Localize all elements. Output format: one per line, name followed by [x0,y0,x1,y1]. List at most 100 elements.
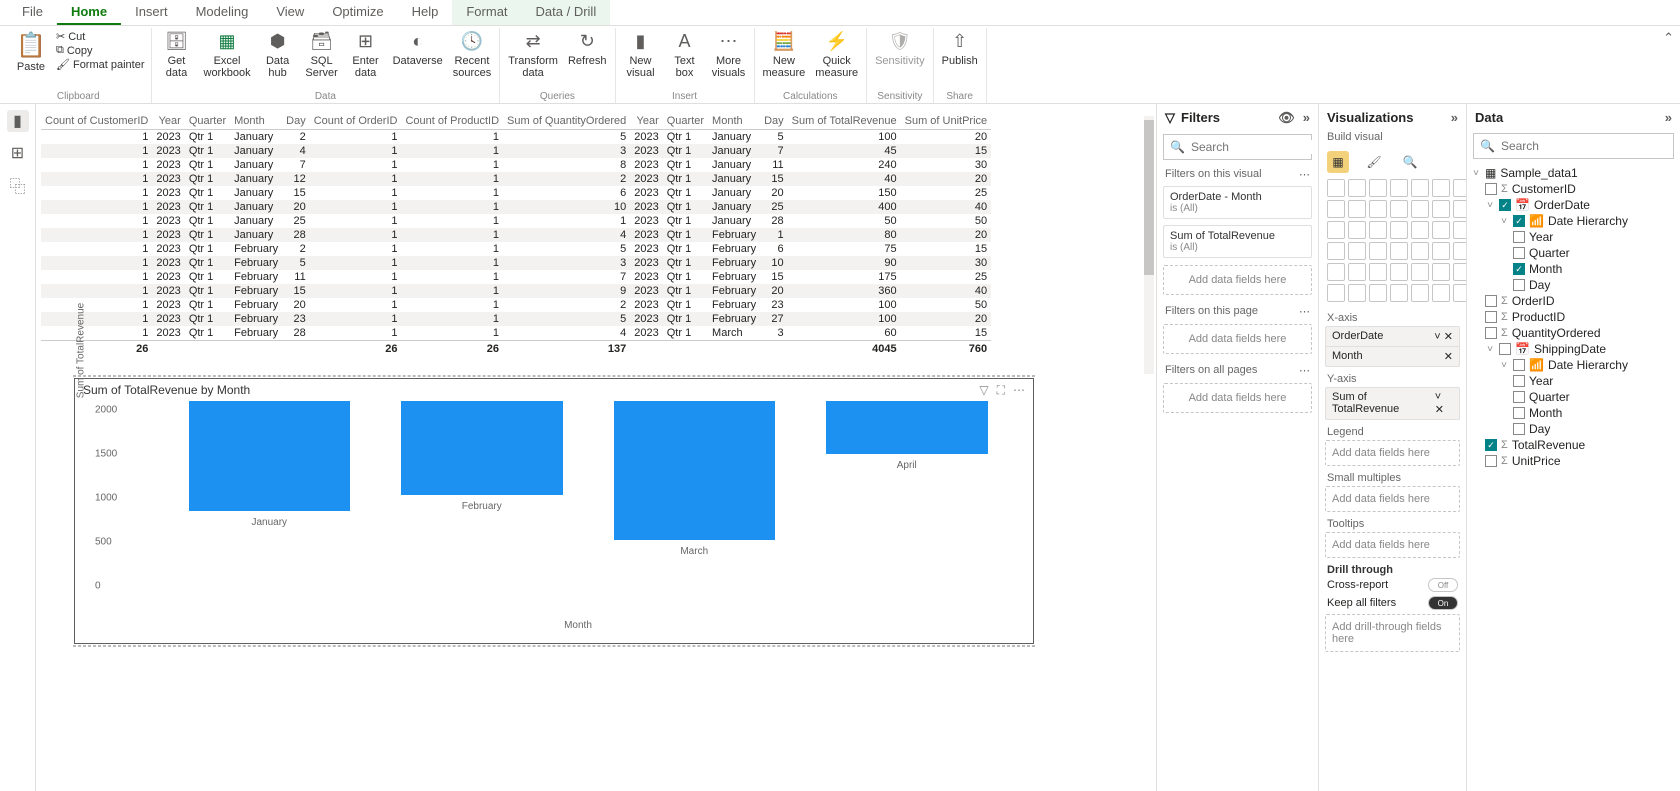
table-row[interactable]: 12023Qtr 1January281142023Qtr 1February1… [41,228,991,242]
table-row[interactable]: 12023Qtr 1January251112023Qtr 1January28… [41,214,991,228]
new-measure-button[interactable]: 🧮New measure [761,28,808,81]
field-node[interactable]: ΣQuantityOrdered [1471,325,1676,341]
visual-type-icon[interactable] [1432,263,1450,281]
publish-button[interactable]: ⇧Publish [940,28,980,69]
field-node[interactable]: ˅📶Date Hierarchy [1471,357,1676,373]
visual-type-icon[interactable] [1369,200,1387,218]
refresh-button[interactable]: ↻Refresh [566,28,609,69]
collapse-ribbon-icon[interactable]: ⌃ [1663,30,1674,46]
xaxis-well[interactable]: OrderDate˅ ✕ Month✕ [1325,326,1460,367]
dataverse-button[interactable]: ◐Dataverse [391,28,445,69]
excel-button[interactable]: ▦Excel workbook [202,28,253,81]
table-row[interactable]: 12023Qtr 1January151162023Qtr 1January20… [41,186,991,200]
visual-type-icon[interactable] [1348,263,1366,281]
more-icon[interactable]: ⋯ [1299,168,1310,181]
sensitivity-button[interactable]: 🛡Sensitivity [873,28,927,69]
visual-type-icon[interactable] [1432,179,1450,197]
format-painter-button[interactable]: 🖌 Format painter [56,58,145,71]
collapse-data-icon[interactable]: » [1665,110,1672,125]
table-node[interactable]: ˅▦ Sample_data1 [1471,165,1676,181]
more-options-icon[interactable]: ⋯ [1013,383,1025,398]
table-row[interactable]: 12023Qtr 1February51132023Qtr 1February1… [41,256,991,270]
visual-type-icon[interactable] [1369,284,1387,302]
visual-type-icon[interactable] [1411,179,1429,197]
tab-data-drill[interactable]: Data / Drill [522,0,611,25]
visual-gallery[interactable] [1319,179,1466,308]
copy-button[interactable]: ⧉ Copy [56,44,145,57]
filter-drop-zone[interactable]: Add data fields here [1163,265,1312,295]
visual-type-icon[interactable] [1390,179,1408,197]
data-hub-button[interactable]: ⬢Data hub [259,28,297,81]
visual-type-icon[interactable] [1348,221,1366,239]
bar[interactable] [826,401,988,454]
more-icon[interactable]: ⋯ [1299,305,1310,318]
tab-optimize[interactable]: Optimize [318,0,397,25]
visual-type-icon[interactable] [1369,179,1387,197]
visual-type-icon[interactable] [1432,284,1450,302]
filter-icon[interactable]: ▽ [979,383,988,398]
visual-type-icon[interactable] [1390,242,1408,260]
field-node[interactable]: Month [1471,405,1676,421]
tab-file[interactable]: File [8,0,57,25]
visual-type-icon[interactable] [1411,263,1429,281]
visual-type-icon[interactable] [1411,221,1429,239]
table-row[interactable]: 12023Qtr 1January71182023Qtr 1January112… [41,158,991,172]
text-box-button[interactable]: AText box [666,28,704,81]
field-node[interactable]: Year [1471,373,1676,389]
legend-well[interactable]: Add data fields here [1325,440,1460,466]
collapse-filters-icon[interactable]: » [1303,110,1310,126]
visual-type-icon[interactable] [1327,200,1345,218]
filter-drop-zone[interactable]: Add data fields here [1163,383,1312,413]
field-node[interactable]: ΣOrderID [1471,293,1676,309]
visual-type-icon[interactable] [1390,200,1408,218]
table-row[interactable]: 12023Qtr 1January21152023Qtr 1January510… [41,130,991,145]
tooltips-well[interactable]: Add data fields here [1325,532,1460,558]
field-node[interactable]: Day [1471,421,1676,437]
model-view-icon[interactable]: ⿻ [7,174,29,196]
sql-button[interactable]: 🗃SQL Server [303,28,341,81]
visual-type-icon[interactable] [1390,221,1408,239]
field-node[interactable]: ΣUnitPrice [1471,453,1676,469]
table-row[interactable]: 12023Qtr 1February281142023Qtr 1March360… [41,326,991,341]
keep-filters-toggle[interactable]: On [1428,596,1458,610]
field-node[interactable]: ˅📅ShippingDate [1471,341,1676,357]
visual-type-icon[interactable] [1348,284,1366,302]
small-multiples-well[interactable]: Add data fields here [1325,486,1460,512]
field-node[interactable]: Year [1471,229,1676,245]
bar[interactable] [401,401,563,495]
tab-view[interactable]: View [262,0,318,25]
field-node[interactable]: Day [1471,277,1676,293]
visual-type-icon[interactable] [1411,284,1429,302]
bar-chart-visual[interactable]: Sum of TotalRevenue by Month ▽ ⛶ ⋯ Sum o… [74,378,1034,644]
build-visual-icon[interactable]: ▦ [1327,151,1349,173]
filter-drop-zone[interactable]: Add data fields here [1163,324,1312,354]
visual-type-icon[interactable] [1327,179,1345,197]
tab-format[interactable]: Format [452,0,521,25]
bar[interactable] [614,401,776,540]
yaxis-well[interactable]: Sum of TotalRevenue˅ ✕ [1325,387,1460,420]
tab-help[interactable]: Help [398,0,453,25]
field-node[interactable]: ✓ΣTotalRevenue [1471,437,1676,453]
visual-type-icon[interactable] [1369,263,1387,281]
field-node[interactable]: Quarter [1471,389,1676,405]
table-row[interactable]: 12023Qtr 1February151192023Qtr 1February… [41,284,991,298]
visual-type-icon[interactable] [1369,221,1387,239]
visual-type-icon[interactable] [1327,284,1345,302]
visual-type-icon[interactable] [1411,200,1429,218]
report-view-icon[interactable]: ▮ [7,110,29,132]
scrollbar[interactable] [1144,116,1154,374]
tab-insert[interactable]: Insert [121,0,182,25]
new-visual-button[interactable]: ▮New visual [622,28,660,81]
table-row[interactable]: 12023Qtr 1February111172023Qtr 1February… [41,270,991,284]
visual-type-icon[interactable] [1390,263,1408,281]
recent-sources-button[interactable]: 🕓Recent sources [451,28,494,81]
transform-data-button[interactable]: ⇄Transform data [506,28,560,81]
get-data-button[interactable]: 🗄Get data [158,28,196,81]
table-row[interactable]: 12023Qtr 1January121122023Qtr 1January15… [41,172,991,186]
table-visual[interactable]: Count of CustomerIDYearQuarterMonthDayCo… [40,112,1152,358]
table-row[interactable]: 12023Qtr 1January41132023Qtr 1January745… [41,144,991,158]
visual-type-icon[interactable] [1327,221,1345,239]
data-view-icon[interactable]: ⊞ [7,142,29,164]
visual-type-icon[interactable] [1369,242,1387,260]
filters-search-input[interactable]: 🔍 [1163,134,1312,160]
